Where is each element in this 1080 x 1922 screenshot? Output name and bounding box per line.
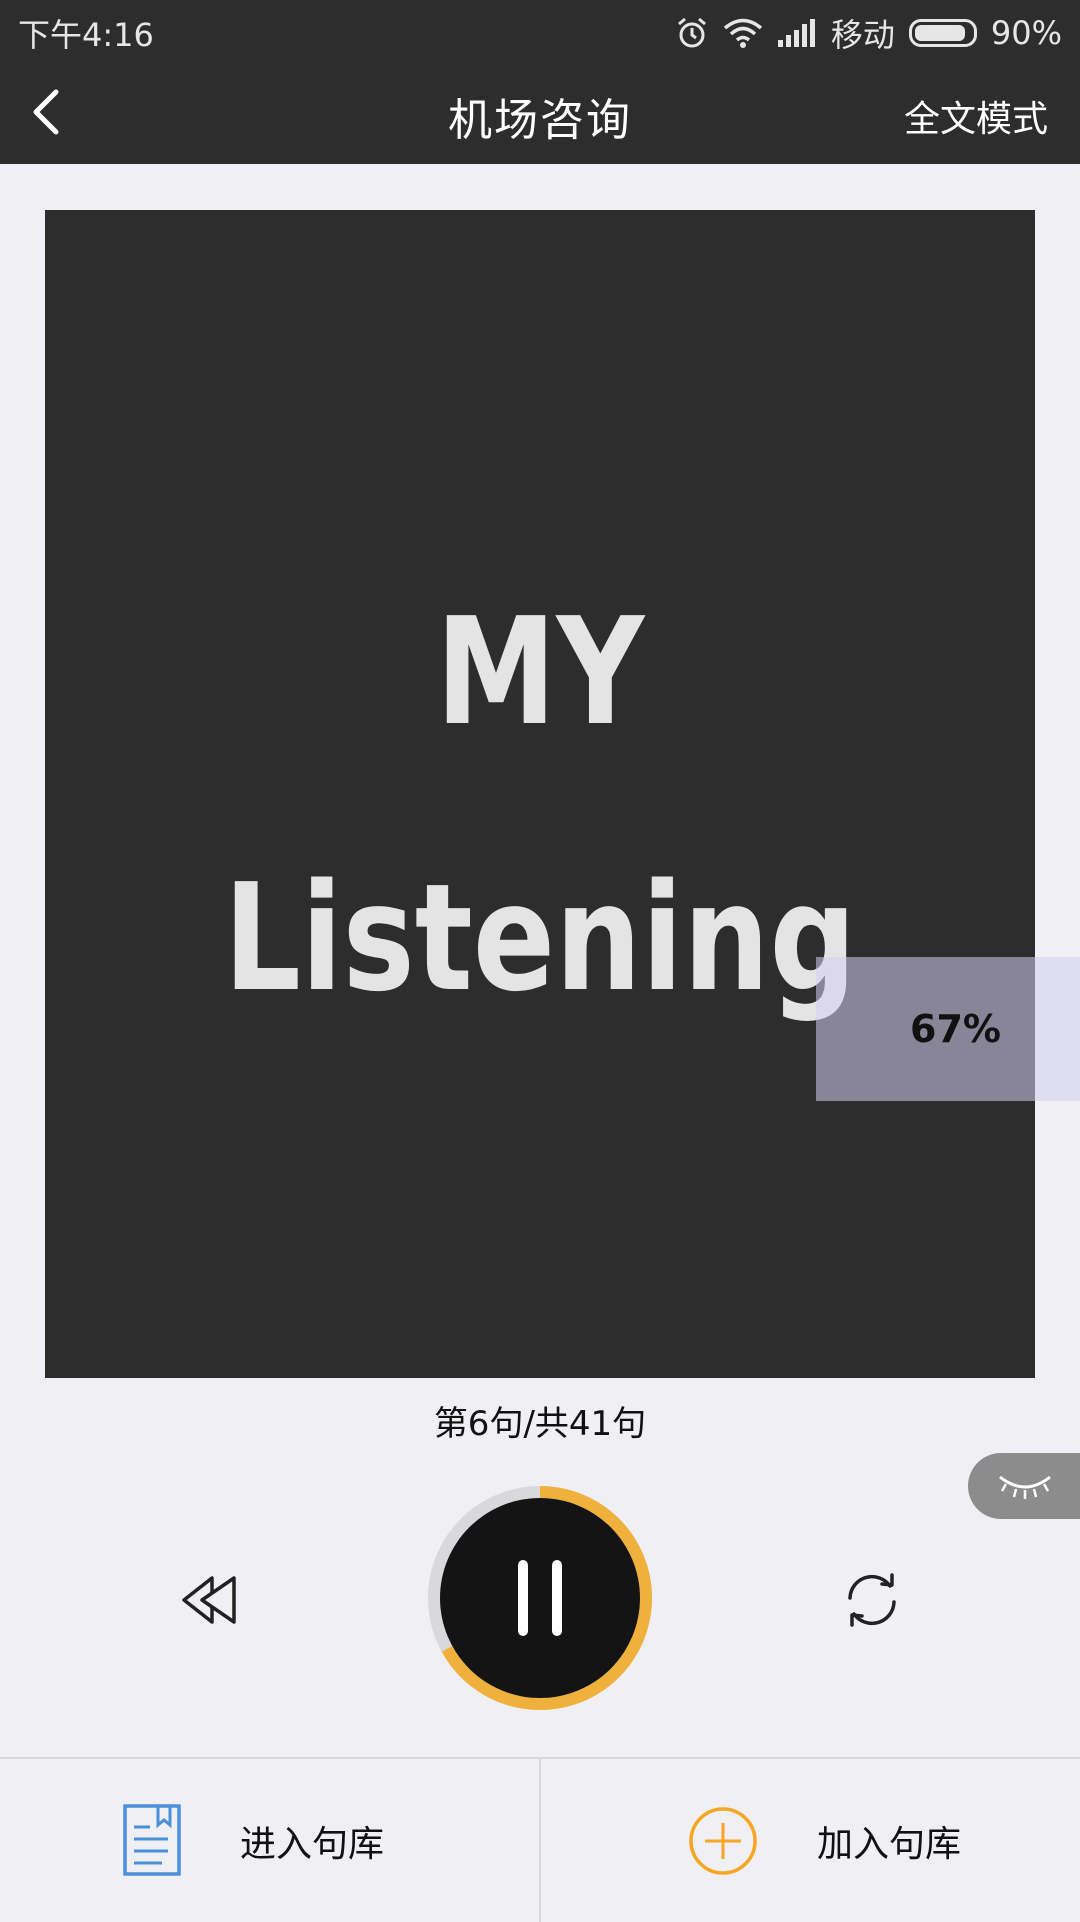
add-library-label: 加入句库 bbox=[817, 1824, 962, 1865]
nav-bar: 机场咨询 全文模式 bbox=[0, 60, 1080, 164]
progress-ring bbox=[428, 1486, 652, 1710]
full-text-mode-button[interactable]: 全文模式 bbox=[904, 90, 1048, 142]
battery-percent: 90% bbox=[990, 14, 1062, 52]
book-icon bbox=[123, 1804, 181, 1876]
status-bar: 下午4:16 移动 90% bbox=[0, 0, 1080, 60]
bottom-bar: 进入句库 加入句库 bbox=[0, 1757, 1080, 1922]
progress-percent: 67% bbox=[910, 1007, 1001, 1051]
battery-icon bbox=[908, 19, 977, 47]
sentence-counter: 第6句/共41句 bbox=[433, 1404, 647, 1444]
rewind-button[interactable] bbox=[178, 1570, 242, 1630]
hide-text-toggle[interactable] bbox=[968, 1453, 1080, 1519]
pause-button[interactable] bbox=[428, 1486, 652, 1710]
progress-percent-overlay: 67% bbox=[816, 957, 1080, 1101]
wifi-icon bbox=[723, 17, 763, 49]
rewind-icon bbox=[182, 1576, 236, 1624]
alarm-icon bbox=[675, 16, 709, 50]
enter-sentence-library-button[interactable]: 进入句库 bbox=[0, 1759, 539, 1920]
add-to-library-button[interactable]: 加入句库 bbox=[541, 1759, 1080, 1920]
plus-circle-icon bbox=[689, 1807, 757, 1875]
cover-title-line1: MY bbox=[435, 586, 645, 758]
cover-image: MY Listening bbox=[45, 210, 1080, 1519]
status-time: 下午4:16 bbox=[18, 16, 154, 54]
loop-button[interactable] bbox=[840, 1568, 904, 1632]
status-right: 移动 90% bbox=[675, 10, 1062, 56]
closed-eye-icon bbox=[999, 1475, 1051, 1499]
carrier-label: 移动 bbox=[830, 16, 895, 54]
battery-fill bbox=[914, 25, 966, 41]
loop-icon bbox=[848, 1573, 896, 1627]
signal-icon bbox=[777, 18, 817, 48]
enter-library-label: 进入句库 bbox=[240, 1824, 385, 1865]
